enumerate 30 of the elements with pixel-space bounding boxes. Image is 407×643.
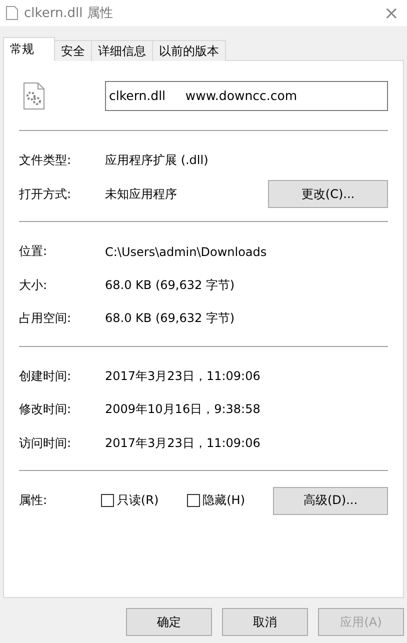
change-button[interactable]: 更改(C)... xyxy=(268,180,388,208)
field-label: 占用空间: xyxy=(19,310,72,328)
field-label: 文件类型: xyxy=(19,152,72,170)
dialog-button[interactable]: 取消 xyxy=(222,608,308,636)
tab[interactable]: 详细信息 xyxy=(91,40,153,61)
checkbox-label: 隐藏(H) xyxy=(202,492,246,510)
field-label: 创建时间: xyxy=(19,368,72,385)
tab[interactable]: 安全 xyxy=(54,40,92,61)
field-label: 修改时间: xyxy=(19,401,72,418)
file-name-field[interactable]: clkern.dll www.downcc.com xyxy=(105,80,388,110)
field-label: 打开方式: xyxy=(19,186,72,203)
field-label: 位置: xyxy=(19,243,48,260)
tab[interactable]: 常规 xyxy=(3,37,55,61)
tab[interactable]: 以前的版本 xyxy=(152,40,226,61)
field-value: 应用程序扩展 (.dll) xyxy=(105,152,210,170)
field-value: 68.0 KB (69,632 字节) xyxy=(105,276,236,294)
field-label: 访问时间: xyxy=(19,434,72,452)
advanced-button[interactable]: 高级(D)... xyxy=(273,486,388,515)
field-value: C:\Users\admin\Downloads xyxy=(105,244,268,259)
checkbox-label: 只读(R) xyxy=(116,492,159,510)
window-title: clkern.dll 属性 xyxy=(24,5,114,22)
field-value: 2017年3月23日，11:09:06 xyxy=(105,434,262,452)
field-label: 属性: xyxy=(19,492,48,510)
dialog-button[interactable]: 确定 xyxy=(126,608,212,636)
field-value: 2017年3月23日，11:09:06 xyxy=(105,368,262,385)
field-value: 2009年10月16日，9:38:58 xyxy=(105,401,262,418)
field-value: 未知应用程序 xyxy=(105,186,178,203)
field-label: 大小: xyxy=(19,276,48,294)
field-value: 68.0 KB (69,632 字节) xyxy=(105,310,236,328)
close-button[interactable]: × xyxy=(384,2,399,24)
